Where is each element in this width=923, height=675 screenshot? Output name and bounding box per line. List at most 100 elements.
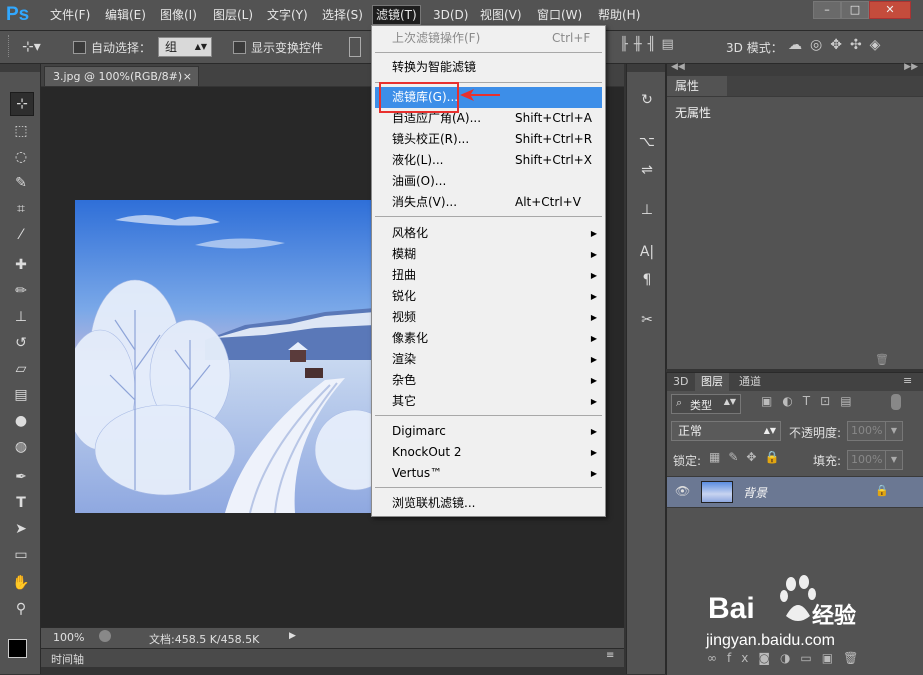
menu-noise[interactable]: 杂色 ▶ [372,370,605,391]
zoom-level[interactable]: 100% [53,631,84,644]
3d-mode-icons[interactable]: ☁◎✥✣◈ [788,37,918,57]
marquee-tool-icon[interactable]: ⬚ [10,120,32,142]
menu-video[interactable]: 视频 ▶ [372,307,605,328]
canvas-image[interactable] [75,200,375,513]
menu-blur[interactable]: 模糊 ▶ [372,244,605,265]
minimize-button[interactable]: – [813,1,841,19]
tool-presets-icon[interactable]: ✂ [637,310,657,330]
adjustments-icon[interactable]: ⇌ [637,160,657,180]
history-panel-icon[interactable]: ↻ [637,90,657,110]
healing-brush-tool-icon[interactable]: ✚ [10,254,32,276]
document-tab[interactable]: 3.jpg @ 100%(RGB/8#) × [44,66,199,86]
type-tool-icon[interactable]: T [10,492,32,514]
move-tool-preset-icon[interactable]: ⊹▾ [22,37,46,57]
lock-icons[interactable]: ▦✎✥🔒 [709,450,789,468]
menu-type[interactable]: 文字(Y) [267,6,308,24]
clone-stamp-tool-icon[interactable]: ⊥ [10,306,32,328]
lasso-tool-icon[interactable]: ◌ [10,146,32,168]
menu-3d[interactable]: 3D(D) [433,6,468,24]
shape-tool-icon[interactable]: ▭ [10,544,32,566]
menu-view[interactable]: 视图(V) [480,6,522,24]
menu-distort[interactable]: 扭曲 ▶ [372,265,605,286]
character-panel-icon[interactable]: A| [637,242,657,262]
lock-icon: 🔒 [875,484,889,497]
auto-select-dropdown[interactable]: 组 ▲▼ [158,37,212,57]
brush-presets-icon[interactable]: ⌥ [637,132,657,152]
clone-source-icon[interactable]: ⊥ [637,200,657,220]
menu-vertus[interactable]: Vertus™ ▶ [372,463,605,484]
move-tool-icon[interactable]: ⊹ [10,92,34,116]
menu-select[interactable]: 选择(S) [322,6,363,24]
menu-image[interactable]: 图像(I) [160,6,197,24]
menu-lens-correction[interactable]: 镜头校正(R)... Shift+Ctrl+R [372,129,605,150]
tab-3d[interactable]: 3D [667,373,694,391]
menu-window[interactable]: 窗口(W) [537,6,582,24]
show-transform-checkbox[interactable] [233,41,246,54]
tab-channels[interactable]: 通道 [733,373,767,391]
foreground-color-swatch[interactable] [8,639,27,658]
layer-filter-dropdown[interactable]: ⌕ 类型 ▲▼ [671,394,741,414]
path-selection-tool-icon[interactable]: ➤ [10,518,32,540]
distribute-icons[interactable]: ╟╫╢▤ [620,37,720,57]
menu-help[interactable]: 帮助(H) [598,6,640,24]
opacity-input[interactable]: 100% [847,421,888,441]
layer-row[interactable]: 👁 背景 🔒 [667,476,923,508]
status-expand-arrow-icon[interactable]: ▶ [289,631,296,641]
gradient-tool-icon[interactable]: ▤ [10,384,32,406]
blur-tool-icon[interactable]: ● [10,410,32,432]
menu-stylize[interactable]: 风格化 ▶ [372,223,605,244]
tab-layers[interactable]: 图层 [695,373,729,391]
menu-oil-paint[interactable]: 油画(O)... [372,171,605,192]
close-button[interactable]: ✕ [869,1,911,19]
pen-tool-icon[interactable]: ✒ [10,466,32,488]
menu-vanishing-point[interactable]: 消失点(V)... Alt+Ctrl+V [372,192,605,213]
tools-panel: ⊹ ⬚ ◌ ✎ ⌗ ⁄ ✚ ✏ ⊥ ↺ ▱ ▤ ● ◍ ✒ T ➤ ▭ ✋ ⚲ [0,64,41,674]
watermark-url: jingyan.baidu.com [706,632,835,649]
history-brush-tool-icon[interactable]: ↺ [10,332,32,354]
search-icon: ⌕ [676,396,683,409]
paragraph-panel-icon[interactable]: ¶ [637,270,657,290]
menu-liquify[interactable]: 液化(L)... Shift+Ctrl+X [372,150,605,171]
fill-input[interactable]: 100% [847,450,888,470]
submenu-arrow-icon: ▶ [590,292,597,301]
menu-digimarc[interactable]: Digimarc ▶ [372,421,605,442]
crop-tool-icon[interactable]: ⌗ [10,198,32,220]
layer-name[interactable]: 背景 [743,484,767,501]
menu-edit[interactable]: 编辑(E) [105,6,146,24]
tab-properties[interactable]: 属性 [667,76,727,96]
filter-toggle-icon[interactable] [891,394,901,410]
menu-file[interactable]: 文件(F) [50,6,90,24]
fill-dropdown-icon[interactable]: ▼ [885,450,903,470]
menu-other[interactable]: 其它 ▶ [372,391,605,412]
timeline-tab[interactable]: 时间轴 [51,651,84,667]
eyedropper-tool-icon[interactable]: ⁄ [10,224,32,246]
hand-tool-icon[interactable]: ✋ [10,572,32,594]
status-menu-icon[interactable] [99,630,111,642]
menu-knockout[interactable]: KnockOut 2 ▶ [372,442,605,463]
menu-convert-smart-filter[interactable]: 转换为智能滤镜 [372,57,605,78]
timeline-menu-icon[interactable]: ≡ [606,650,614,661]
brush-tool-icon[interactable]: ✏ [10,280,32,302]
visibility-eye-icon[interactable]: 👁 [675,484,690,498]
layer-filter-icons[interactable]: ▣◐T⊡▤ [761,394,881,412]
menu-pixelate[interactable]: 像素化 ▶ [372,328,605,349]
menu-filter[interactable]: 滤镜(T) [372,5,421,25]
eraser-tool-icon[interactable]: ▱ [10,358,32,380]
dodge-tool-icon[interactable]: ◍ [10,436,32,458]
maximize-button[interactable]: □ [841,1,869,19]
zoom-tool-icon[interactable]: ⚲ [10,598,32,620]
close-tab-icon[interactable]: × [183,67,192,87]
auto-select-checkbox[interactable] [73,41,86,54]
quick-select-tool-icon[interactable]: ✎ [10,172,32,194]
menu-sharpen[interactable]: 锐化 ▶ [372,286,605,307]
blend-mode-dropdown[interactable]: 正常 ▲▼ [671,421,781,441]
menu-render[interactable]: 渲染 ▶ [372,349,605,370]
properties-header: ◀◀ ▶▶ [667,62,923,76]
menu-separator [375,415,602,416]
opacity-dropdown-icon[interactable]: ▼ [885,421,903,441]
align-icon[interactable] [349,37,361,57]
layers-menu-icon[interactable]: ≡ [903,374,912,387]
menu-browse-online-filters[interactable]: 浏览联机滤镜... [372,493,605,514]
menu-layer[interactable]: 图层(L) [213,6,253,24]
trash-icon[interactable]: 🗑 [875,353,889,366]
